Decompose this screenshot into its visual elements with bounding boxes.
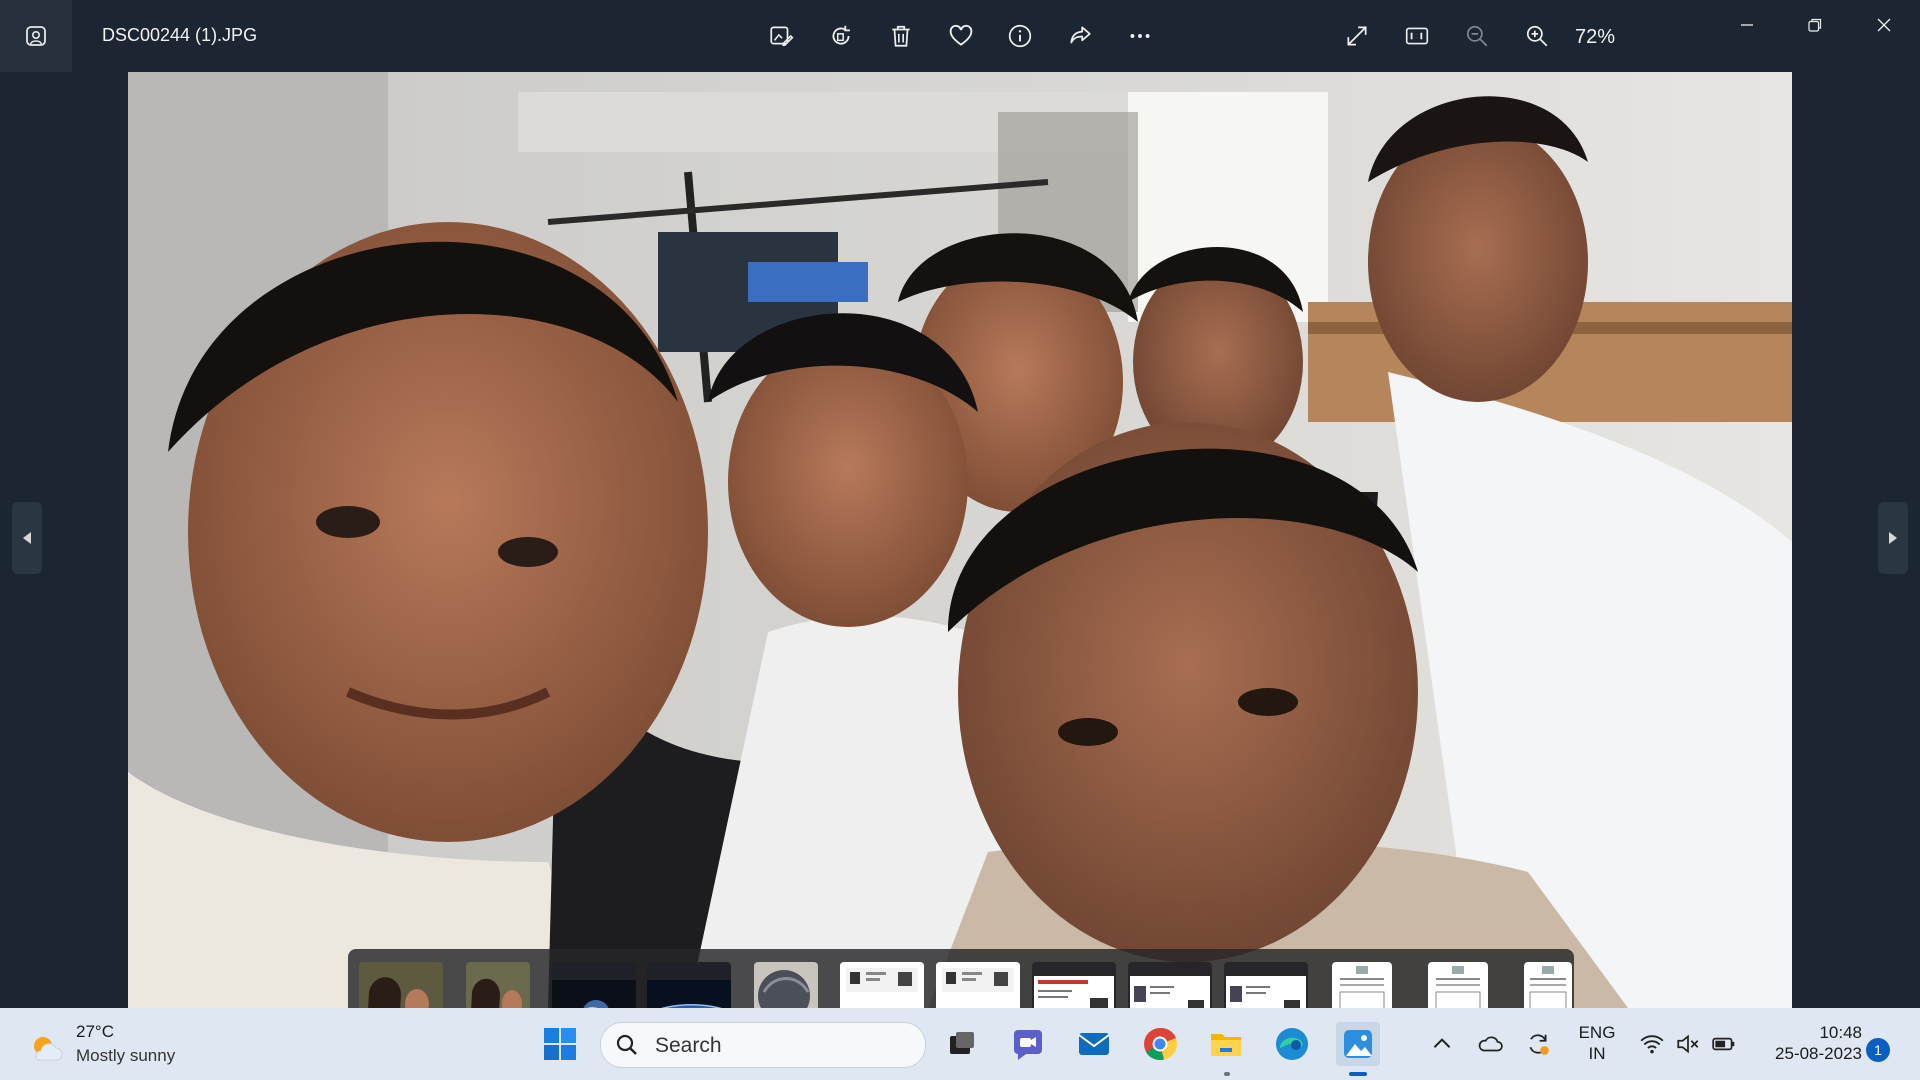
taskbar: 27°C Mostly sunny Search ENG IN 10:48 25… xyxy=(0,1008,1920,1080)
onedrive-cloud-icon[interactable] xyxy=(1474,1028,1506,1060)
battery-icon[interactable] xyxy=(1708,1028,1740,1060)
zoom-in-icon[interactable] xyxy=(1517,16,1557,56)
explorer-running-indicator xyxy=(1224,1072,1230,1076)
delete-icon[interactable] xyxy=(881,16,921,56)
restore-icon[interactable] xyxy=(1790,10,1840,40)
clock-time: 10:48 xyxy=(1819,1023,1862,1042)
search-label: Search xyxy=(655,1034,722,1057)
minimize-icon[interactable] xyxy=(1722,10,1772,40)
clock[interactable]: 10:48 25-08-2023 xyxy=(1750,1022,1862,1064)
close-icon[interactable] xyxy=(1859,10,1909,40)
share-icon[interactable] xyxy=(1060,16,1100,56)
photo-image[interactable] xyxy=(128,72,1792,1008)
clock-date: 25-08-2023 xyxy=(1775,1044,1862,1063)
language-code: ENG xyxy=(1578,1023,1616,1042)
notification-badge[interactable]: 1 xyxy=(1866,1038,1890,1062)
photos-app-icon[interactable] xyxy=(0,0,72,72)
full-screen-icon[interactable] xyxy=(1337,16,1377,56)
weather-description[interactable]: Mostly sunny xyxy=(76,1046,175,1066)
more-options-icon[interactable] xyxy=(1120,16,1160,56)
search-icon xyxy=(616,1034,637,1055)
partly-sunny-icon[interactable] xyxy=(28,1030,64,1066)
volume-muted-icon[interactable] xyxy=(1672,1028,1704,1060)
sync-icon[interactable] xyxy=(1522,1028,1554,1060)
next-arrow-icon[interactable] xyxy=(1878,502,1908,574)
chrome-icon[interactable] xyxy=(1138,1022,1182,1066)
group-selfie-photo xyxy=(128,72,1792,1008)
edit-image-icon[interactable] xyxy=(761,16,801,56)
wifi-icon[interactable] xyxy=(1636,1028,1668,1060)
favorite-heart-icon[interactable] xyxy=(941,16,981,56)
actual-size-icon[interactable] xyxy=(1397,16,1437,56)
info-icon[interactable] xyxy=(1000,16,1040,56)
zoom-out-icon[interactable] xyxy=(1457,16,1497,56)
previous-arrow-icon[interactable] xyxy=(12,502,42,574)
photos-icon[interactable] xyxy=(1336,1022,1380,1066)
mail-icon[interactable] xyxy=(1072,1022,1116,1066)
region-code: IN xyxy=(1588,1044,1606,1063)
rotate-icon[interactable] xyxy=(821,16,861,56)
chevron-up-icon[interactable] xyxy=(1426,1028,1458,1060)
photos-active-indicator xyxy=(1349,1072,1367,1076)
search-box[interactable]: Search xyxy=(600,1022,926,1068)
zoom-level[interactable]: 72% xyxy=(1575,26,1615,49)
language-indicator[interactable]: ENG IN xyxy=(1578,1022,1616,1064)
photo-viewer xyxy=(0,72,1920,1055)
windows-start-icon[interactable] xyxy=(538,1022,582,1066)
file-name: DSC00244 (1).JPG xyxy=(102,25,258,45)
weather-temperature[interactable]: 27°C xyxy=(76,1022,114,1042)
file-explorer-icon[interactable] xyxy=(1204,1022,1248,1066)
edge-icon[interactable] xyxy=(1270,1022,1314,1066)
task-view-icon[interactable] xyxy=(940,1022,984,1066)
photos-app-glyph xyxy=(26,26,46,46)
teams-chat-icon[interactable] xyxy=(1006,1022,1050,1066)
title-bar: DSC00244 (1).JPG 72% xyxy=(0,0,1920,72)
